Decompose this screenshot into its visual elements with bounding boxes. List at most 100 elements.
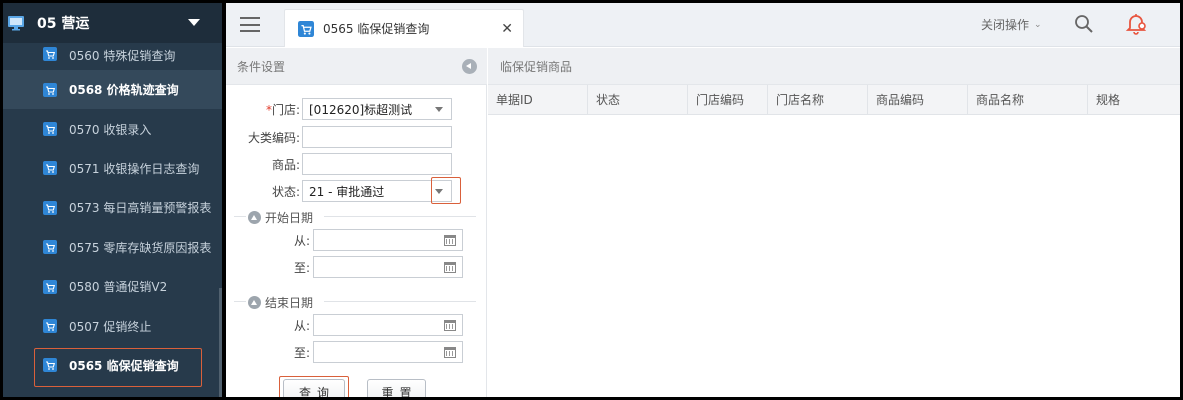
menu-icon[interactable] [240, 17, 260, 32]
column-header[interactable]: 商品名称 [968, 85, 1088, 115]
product-row: 商品: [226, 153, 452, 175]
results-panel-header: 临保促销商品 [488, 48, 1180, 85]
calendar-icon[interactable] [444, 262, 456, 273]
product-input[interactable] [302, 153, 452, 175]
results-table: 单据ID 状态 门店编码 门店名称 商品编码 商品名称 规格 [488, 85, 1180, 397]
start-from-label: 从: [293, 233, 310, 248]
start-date-legend-label: 开始日期 [265, 211, 314, 225]
collapse-up-icon[interactable] [248, 296, 261, 309]
sidebar-item-label: 0568 价格轨迹查询 [69, 83, 179, 98]
close-operations-label: 关闭操作 [981, 18, 1030, 32]
start-to-date-input[interactable] [313, 256, 463, 278]
sidebar-item-0568[interactable]: 0568 价格轨迹查询 [3, 70, 222, 110]
start-to-row: 至: [226, 256, 463, 278]
collapse-up-icon[interactable] [248, 211, 261, 224]
cart-icon [43, 279, 57, 294]
product-label: 商品: [271, 157, 300, 172]
column-header[interactable]: 单据ID [488, 85, 588, 115]
sidebar-item-0573[interactable]: 0573 每日高销量预警报表 [3, 188, 222, 227]
tab-0565[interactable]: 0565 临保促销查询 ✕ [284, 9, 524, 47]
status-arrow-highlight [431, 177, 461, 204]
sidebar-item-0565[interactable]: 0565 临保促销查询 [3, 346, 222, 388]
category-input[interactable] [302, 126, 452, 148]
calendar-icon[interactable] [444, 320, 456, 331]
category-label: 大类编码: [247, 130, 300, 145]
divider [234, 216, 246, 217]
end-from-date-input[interactable] [313, 314, 463, 336]
sidebar-item-label: 0580 普通促销V2 [69, 280, 168, 295]
sidebar-group-title: 05 营运 [37, 16, 90, 32]
chevron-down-icon [435, 107, 443, 112]
end-from-label: 从: [293, 318, 310, 333]
cart-icon [298, 20, 314, 37]
sidebar-item-0570[interactable]: 0570 收银录入 [3, 109, 222, 148]
caret-down-icon[interactable] [188, 19, 200, 26]
cart-icon [43, 161, 57, 176]
start-to-label: 至: [293, 260, 310, 275]
cart-icon [43, 358, 57, 373]
status-select[interactable]: 21 - 审批通过 [302, 180, 452, 202]
column-header[interactable]: 门店编码 [688, 85, 768, 115]
reset-button[interactable]: 重置 [367, 379, 426, 397]
cart-icon [43, 240, 57, 255]
divider [324, 301, 476, 302]
store-row: *门店: [012620]标超测试 [226, 98, 452, 120]
end-from-row: 从: [226, 314, 463, 336]
query-button-highlight [279, 376, 349, 397]
category-row: 大类编码: [226, 126, 452, 148]
condition-panel-header: 条件设置 [226, 48, 487, 85]
end-date-legend[interactable]: 结束日期 [248, 294, 313, 311]
collapse-left-icon[interactable] [462, 59, 477, 74]
end-date-legend-label: 结束日期 [265, 296, 314, 310]
sidebar-item-0571[interactable]: 0571 收银操作日志查询 [3, 149, 222, 188]
start-from-date-input[interactable] [313, 229, 463, 251]
sidebar-item-0580[interactable]: 0580 普通促销V2 [3, 267, 222, 306]
chevron-down-icon: ⌄ [1034, 19, 1042, 30]
cart-icon [43, 122, 57, 137]
top-bar: 0565 临保促销查询 ✕ 关闭操作 ⌄ [226, 3, 1180, 47]
bell-icon[interactable] [1124, 13, 1148, 35]
sidebar-scrollbar[interactable] [219, 288, 222, 397]
sidebar-group-header[interactable]: 05 营运 [3, 3, 222, 43]
sidebar-item-label: 0570 收银录入 [69, 122, 152, 137]
end-to-row: 至: [226, 341, 463, 363]
column-header[interactable]: 商品编码 [868, 85, 968, 115]
end-to-label: 至: [293, 345, 310, 360]
sidebar-item-label: 0507 促销终止 [69, 319, 152, 334]
column-header[interactable]: 规格 [1088, 85, 1180, 115]
cart-icon [43, 47, 57, 61]
start-date-legend[interactable]: 开始日期 [248, 209, 313, 226]
end-to-date-input[interactable] [313, 341, 463, 363]
sidebar-item-0507[interactable]: 0507 促销终止 [3, 306, 222, 345]
sidebar-item-0560[interactable]: 0560 特殊促销查询 [3, 43, 222, 70]
sidebar-item-0575[interactable]: 0575 零库存缺货原因报表 [3, 228, 222, 267]
divider [234, 301, 246, 302]
store-label: *门店: [265, 102, 300, 117]
sidebar-item-label: 0560 特殊促销查询 [69, 49, 176, 63]
status-value: 21 - 审批通过 [309, 184, 385, 199]
store-value: [012620]标超测试 [309, 102, 413, 117]
column-header[interactable]: 门店名称 [768, 85, 868, 115]
sidebar-item-label: 0575 零库存缺货原因报表 [69, 240, 212, 255]
calendar-icon[interactable] [444, 347, 456, 358]
close-icon[interactable]: ✕ [501, 21, 513, 37]
status-label: 状态: [271, 184, 300, 199]
cart-icon [43, 82, 57, 97]
table-header: 单据ID 状态 门店编码 门店名称 商品编码 商品名称 规格 [488, 85, 1180, 115]
cart-icon [43, 319, 57, 334]
sidebar-item-label: 0565 临保促销查询 [69, 358, 179, 373]
cart-icon [43, 200, 57, 215]
sidebar-item-label: 0571 收银操作日志查询 [69, 161, 200, 176]
status-row: 状态: 21 - 审批通过 [226, 180, 452, 202]
sidebar: 05 营运 0560 特殊促销查询 0568 价格轨迹查询 0570 收银录入 … [3, 3, 222, 397]
column-header[interactable]: 状态 [588, 85, 688, 115]
monitor-icon [8, 16, 24, 31]
calendar-icon[interactable] [444, 235, 456, 246]
divider [324, 216, 476, 217]
search-icon[interactable] [1074, 14, 1094, 34]
start-from-row: 从: [226, 229, 463, 251]
close-operations-dropdown[interactable]: 关闭操作 ⌄ [981, 16, 1042, 33]
tab-label: 0565 临保促销查询 [323, 22, 430, 36]
store-label-text: 门店: [271, 102, 300, 117]
store-select[interactable]: [012620]标超测试 [302, 98, 452, 120]
